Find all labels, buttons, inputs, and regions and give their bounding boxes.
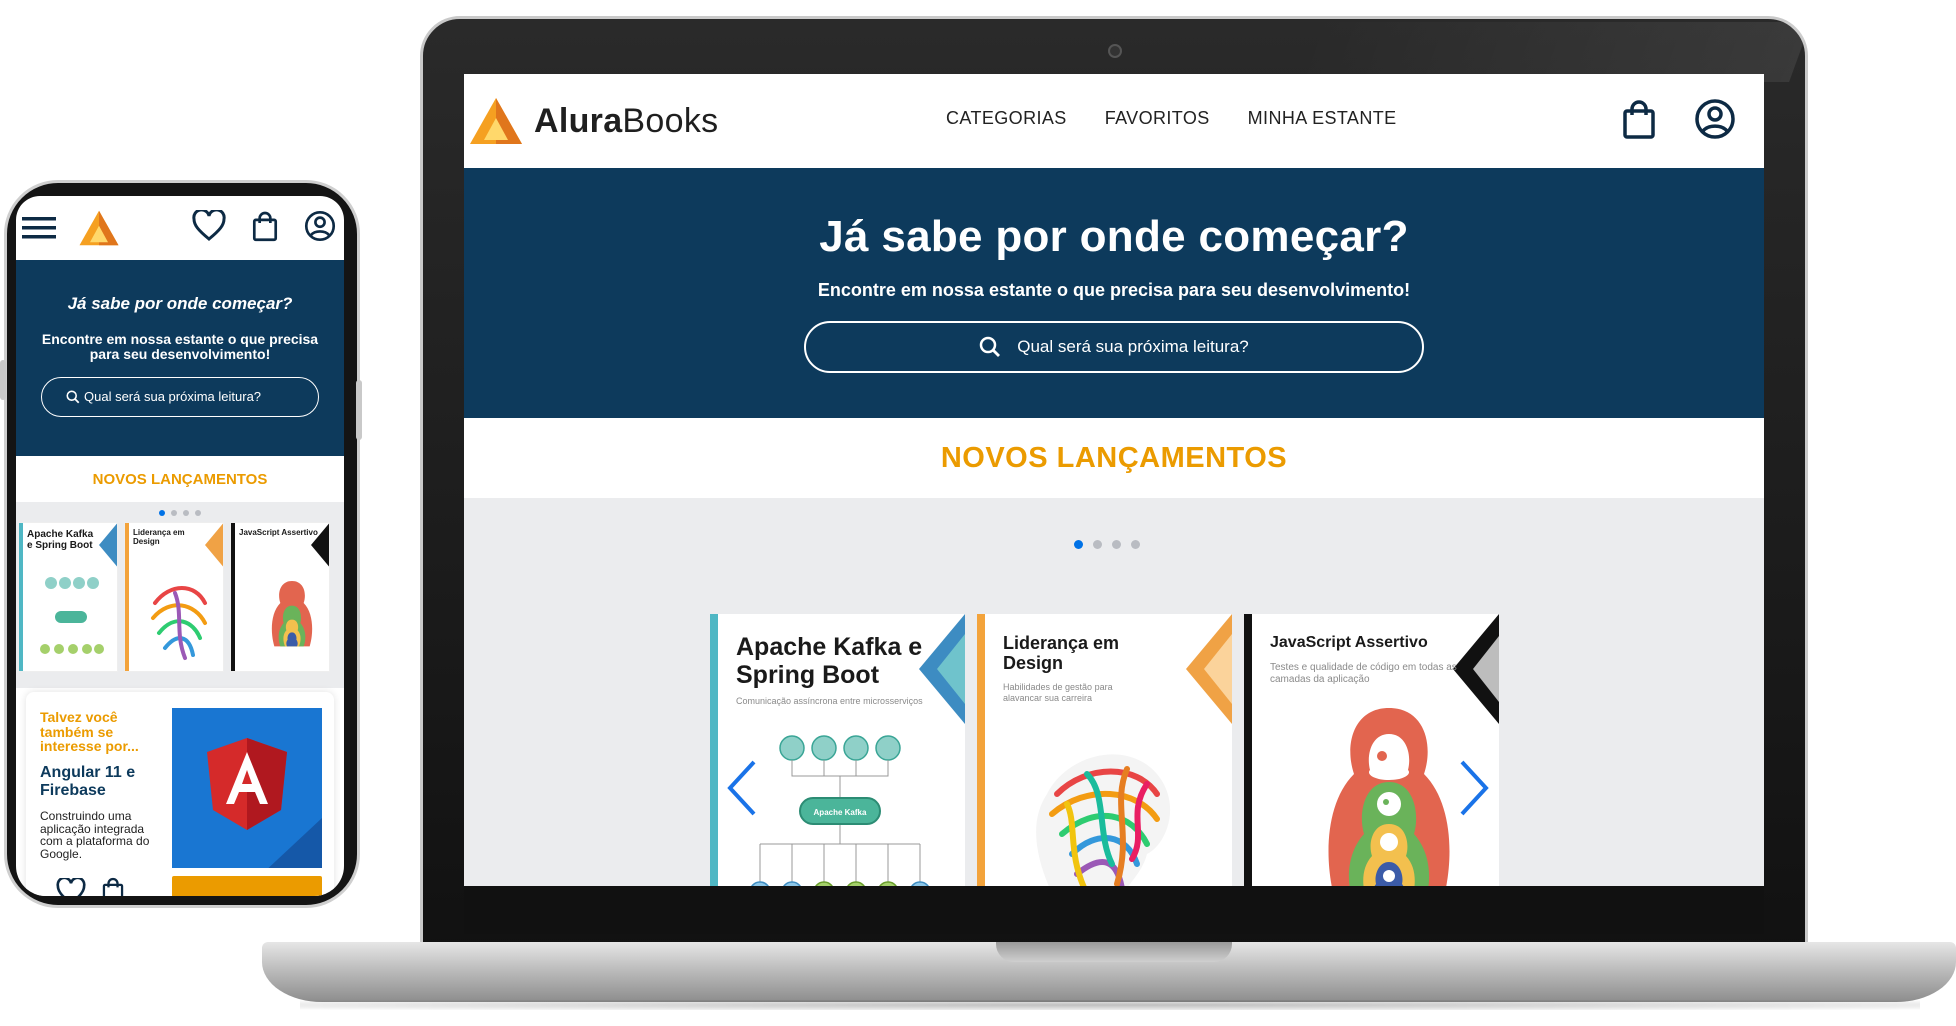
suggestion-kicker: Talvez você também se interesse por...: [40, 709, 139, 755]
mobile-carousel-dots: [16, 510, 344, 516]
diagram-label: Apache Kafka: [814, 808, 867, 817]
heart-icon[interactable]: [56, 878, 86, 896]
carousel-dot[interactable]: [1131, 540, 1140, 549]
mobile-book-card[interactable]: Apache Kafka e Spring Boot: [18, 522, 118, 672]
bag-icon[interactable]: [252, 210, 278, 242]
chevron-right-icon[interactable]: [1454, 758, 1494, 818]
suggestion-card[interactable]: Talvez você também se interesse por... A…: [26, 692, 334, 896]
user-icon[interactable]: [1694, 98, 1736, 140]
mobile-header: [16, 196, 344, 260]
carousel-dot[interactable]: [159, 510, 165, 516]
mobile-screen: Já sabe por onde começar? Encontre em no…: [16, 196, 344, 896]
book-subtitle: Habilidades de gestão para alavancar sua…: [1003, 682, 1113, 703]
carousel-dots: [1074, 540, 1140, 549]
search-icon: [979, 336, 1001, 357]
book-corner-chevron: [1186, 614, 1232, 724]
matryoshka-illustration: [271, 581, 313, 647]
kafka-diagram-illustration: [40, 577, 104, 654]
brand-name: AluraBooks: [534, 101, 719, 140]
book-title: JavaScript Assertivo: [1270, 634, 1428, 651]
book-subtitle: Comunicação assíncrona entre microsservi…: [736, 696, 923, 706]
nav-categorias[interactable]: CATEGORIAS: [946, 108, 1067, 129]
suggestion-title: Angular 11 e Firebase: [40, 764, 136, 799]
hero-subtitle: Encontre em nossa estante o que precisa …: [817, 280, 1411, 300]
book-spine: [125, 523, 129, 671]
book-card[interactable]: Apache Kafka e Spring Boot Comunicação a…: [710, 614, 965, 886]
laptop-camera: [1108, 44, 1122, 58]
colorful-head-illustration: [1036, 754, 1171, 886]
desktop-screen: AluraBooks CATEGORIAS FAVORITOS MINHA ES…: [464, 74, 1764, 886]
search-placeholder: Qual será sua próxima leitura?: [1017, 337, 1249, 356]
bag-icon[interactable]: [102, 876, 124, 896]
matryoshka-illustration: [1328, 708, 1450, 886]
heart-icon[interactable]: [192, 210, 226, 242]
mobile-search-input[interactable]: Qual será sua próxima leitura?: [41, 376, 319, 417]
phone-side-button: [356, 380, 362, 440]
book-list: Apache Kafka e Spring Boot Comunicação a…: [710, 614, 1499, 886]
nav-minha-estante[interactable]: MINHA ESTANTE: [1248, 108, 1397, 129]
bag-icon[interactable]: [1622, 99, 1656, 139]
search-input[interactable]: Qual será sua próxima leitura?: [804, 321, 1424, 373]
mobile-book-list: Apache Kafka e Spring Boot Liderança em …: [18, 522, 344, 672]
mobile-book-card[interactable]: Liderança em Design: [124, 522, 224, 672]
laptop-bezel-bottom: [464, 886, 1764, 934]
book-corner-chevron: [205, 523, 223, 567]
carousel-dot[interactable]: [195, 510, 201, 516]
laptop-shadow: [300, 1000, 1920, 1010]
book-carousel: Apache Kafka e Spring Boot Comunicação a…: [464, 498, 1764, 886]
mobile-carousel: Apache Kafka e Spring Boot Liderança em …: [16, 502, 344, 688]
desktop-hero: Já sabe por onde começar? Encontre em no…: [464, 168, 1764, 418]
menu-icon[interactable]: [20, 213, 58, 243]
mobile-book-title: Liderança em Design: [133, 528, 185, 546]
carousel-dot[interactable]: [171, 510, 177, 516]
carousel-dot[interactable]: [1112, 540, 1121, 549]
book-card[interactable]: JavaScript Assertivo Testes e qualidade …: [1244, 614, 1499, 886]
book-spine: [710, 614, 718, 886]
suggestion-description: Construindo uma aplicação integrada com …: [40, 809, 150, 861]
suggestion-button[interactable]: [172, 876, 322, 896]
nav-favoritos[interactable]: FAVORITOS: [1105, 108, 1210, 129]
search-icon: [66, 390, 80, 404]
book-title: Apache Kafka e Spring Boot: [736, 633, 923, 689]
laptop-notch: [996, 942, 1232, 962]
book-spine: [231, 523, 235, 671]
suggestion-cover[interactable]: [172, 708, 322, 868]
colorful-head-illustration: [151, 586, 207, 660]
mobile-hero-title: Já sabe por onde começar?: [67, 294, 293, 313]
logo-icon: [470, 98, 522, 144]
section-title: NOVOS LANÇAMENTOS: [940, 441, 1288, 474]
book-spine: [1244, 614, 1252, 886]
mobile-header-icons: [192, 210, 336, 242]
mobile-hero: Já sabe por onde começar? Encontre em no…: [16, 260, 344, 456]
carousel-dot[interactable]: [1074, 540, 1083, 549]
mobile-book-card[interactable]: JavaScript Assertivo: [230, 522, 330, 672]
mobile-section-title: NOVOS LANÇAMENTOS: [92, 470, 268, 488]
desktop-header-icons: [1622, 98, 1736, 140]
chevron-left-icon[interactable]: [722, 758, 762, 818]
phone-volume-button: [0, 360, 6, 400]
hero-title: Já sabe por onde começar?: [819, 212, 1409, 261]
book-spine: [977, 614, 985, 886]
mobile-book-title: JavaScript Assertivo: [239, 528, 318, 537]
desktop-header: AluraBooks CATEGORIAS FAVORITOS MINHA ES…: [464, 74, 1764, 168]
logo-icon[interactable]: [78, 209, 120, 247]
book-title: Liderança em Design: [1003, 633, 1120, 673]
kafka-diagram-illustration: Apache Kafka: [751, 735, 929, 886]
book-subtitle: Testes e qualidade de código em todas as…: [1270, 662, 1457, 685]
angular-icon: [207, 738, 322, 868]
mobile-book-title: Apache Kafka e Spring Boot: [27, 529, 94, 551]
mobile-hero-subtitle: Encontre em nossa estante o que precisa …: [41, 331, 319, 363]
carousel-dot[interactable]: [1093, 540, 1102, 549]
laptop-glare: [1289, 22, 1811, 82]
book-card[interactable]: Liderança em Design Habilidades de gestã…: [977, 614, 1232, 886]
desktop-nav: CATEGORIAS FAVORITOS MINHA ESTANTE: [946, 108, 1397, 129]
mobile-search-placeholder: Qual será sua próxima leitura?: [84, 389, 262, 405]
user-icon[interactable]: [304, 210, 336, 242]
book-spine: [19, 523, 23, 671]
book-corner-chevron: [99, 523, 117, 567]
carousel-dot[interactable]: [183, 510, 189, 516]
desktop-logo[interactable]: AluraBooks: [468, 96, 718, 146]
